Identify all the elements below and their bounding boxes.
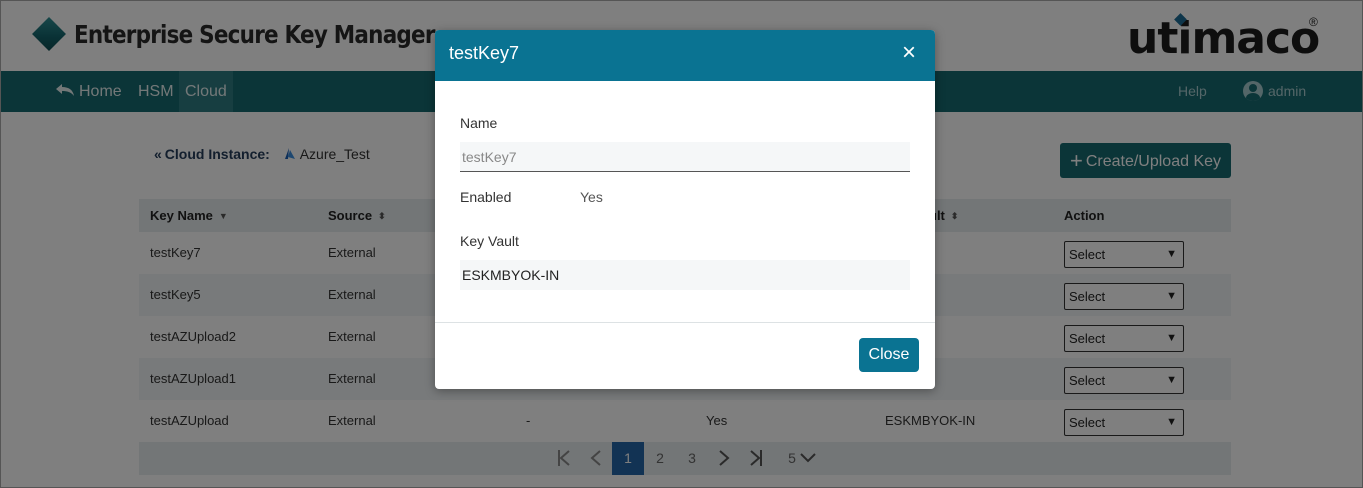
dialog-header: testKey7 × [435,30,935,81]
app-window: Enterprise Secure Key Manager utimaco ® … [0,0,1363,488]
close-button[interactable]: Close [859,338,919,372]
key-vault-value: ESKMBYOK-IN [460,260,910,290]
name-label: Name [460,115,498,131]
dialog-divider [435,322,935,323]
dialog-title: testKey7 [449,43,520,63]
key-vault-label: Key Vault [460,233,519,249]
name-field[interactable] [460,142,910,172]
enabled-label: Enabled [460,189,512,205]
key-details-dialog: testKey7 × Name Enabled Yes Key Vault ES… [435,30,935,389]
close-icon[interactable]: × [897,40,921,66]
enabled-value: Yes [580,189,603,205]
